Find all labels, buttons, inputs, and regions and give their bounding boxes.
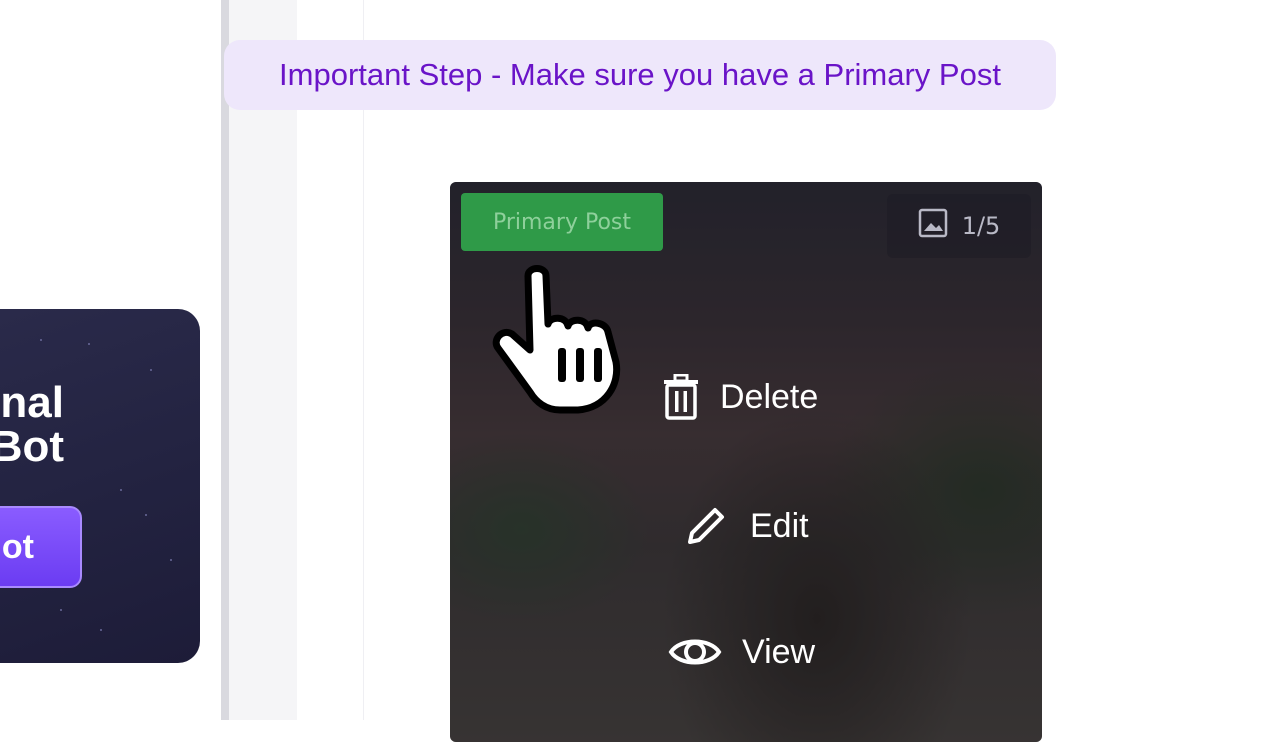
promo-button[interactable]: ot: [0, 506, 82, 588]
banner-text: Important Step - Make sure you have a Pr…: [279, 57, 1001, 92]
hand-pointer-cursor: [490, 262, 640, 426]
primary-post-badge[interactable]: Primary Post: [461, 193, 663, 251]
primary-post-label: Primary Post: [492, 209, 632, 235]
image-count: 1/5: [961, 212, 1001, 240]
promo-button-label: ot: [1, 527, 34, 566]
promo-title: nal Bot: [0, 381, 64, 469]
edit-action[interactable]: Edit: [682, 502, 809, 550]
promo-card: nal Bot ot: [0, 309, 200, 663]
delete-action[interactable]: Delete: [662, 374, 818, 420]
promo-title-line2: Bot: [0, 422, 64, 471]
delete-label: Delete: [720, 377, 819, 416]
image-count-badge: 1/5: [887, 194, 1031, 258]
important-step-banner: Important Step - Make sure you have a Pr…: [224, 40, 1056, 110]
image-icon: [918, 208, 948, 244]
edit-label: Edit: [750, 506, 809, 545]
panel-divider: [221, 0, 229, 720]
view-action[interactable]: View: [668, 632, 815, 672]
pencil-icon: [682, 502, 730, 550]
view-label: View: [742, 632, 816, 671]
promo-title-line1: nal: [0, 378, 64, 427]
trash-icon: [662, 374, 700, 420]
eye-icon: [668, 632, 722, 672]
